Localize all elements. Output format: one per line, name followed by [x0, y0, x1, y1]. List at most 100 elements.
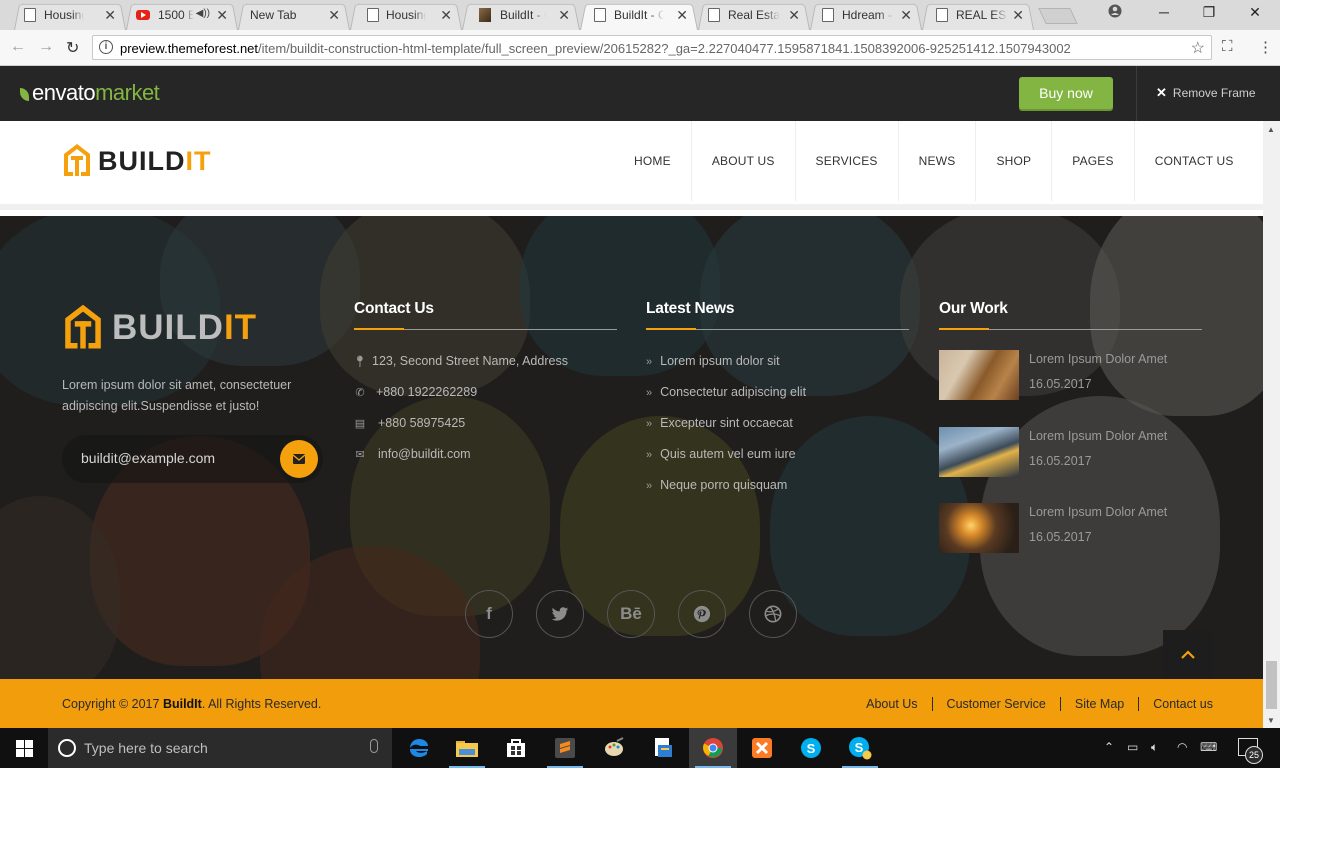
construction-site-photo[interactable]	[939, 427, 1019, 477]
taskbar-search[interactable]: Type here to search	[48, 728, 392, 768]
close-icon[interactable]: ✕	[788, 7, 800, 24]
close-icon[interactable]: ✕	[216, 7, 228, 24]
profile-icon[interactable]	[1105, 4, 1125, 21]
xampp-icon[interactable]	[738, 728, 786, 768]
work-item[interactable]: Lorem Ipsum Dolor Amet 16.05.2017	[939, 427, 1209, 479]
buy-now-button[interactable]: Buy now	[1019, 77, 1113, 109]
page-icon	[936, 8, 948, 22]
nav-home[interactable]: HOME	[614, 121, 691, 201]
phone-icon: ✆	[355, 386, 365, 399]
pinterest-icon[interactable]	[678, 590, 726, 638]
scroll-down-arrow-icon[interactable]: ▼	[1267, 716, 1275, 725]
tab-housing-2[interactable]: Housing p ✕	[350, 0, 462, 30]
tab-new-tab[interactable]: New Tab ✕	[238, 0, 350, 30]
dribbble-icon[interactable]	[749, 590, 797, 638]
grinding-sparks-photo[interactable]	[939, 503, 1019, 553]
close-icon[interactable]: ✕	[676, 7, 688, 24]
subscribe-button[interactable]	[280, 440, 318, 478]
chevron-up-icon[interactable]: ⌃	[1104, 740, 1114, 754]
footer-link-contact[interactable]: Contact us	[1138, 697, 1213, 711]
scrollbar-thumb[interactable]	[1266, 661, 1277, 709]
tab-buildit-active[interactable]: BuildIt - C ✕	[580, 0, 698, 30]
footer-link-about[interactable]: About Us	[852, 697, 931, 711]
work-item[interactable]: Lorem Ipsum Dolor Amet 16.05.2017	[939, 350, 1209, 402]
nav-services[interactable]: SERVICES	[794, 121, 898, 201]
nav-contact-us[interactable]: CONTACT US	[1133, 121, 1254, 201]
forward-icon[interactable]: →	[38, 38, 54, 56]
volume-icon[interactable]: 🔈︎	[1151, 740, 1158, 755]
close-icon[interactable]: ✕	[558, 7, 570, 24]
site-logo[interactable]: BUILDIT	[62, 142, 212, 180]
facebook-icon[interactable]: f	[465, 590, 513, 638]
house-logo-icon	[62, 302, 104, 354]
close-icon[interactable]: ✕	[104, 7, 116, 24]
tab-label: Hdream -	[842, 8, 893, 22]
close-icon[interactable]: ✕	[440, 7, 452, 24]
twitter-icon[interactable]	[536, 590, 584, 638]
scroll-to-top-button[interactable]	[1163, 630, 1213, 679]
file-manager-icon[interactable]	[639, 728, 687, 768]
skype-notification-icon[interactable]: S	[836, 728, 884, 768]
back-icon[interactable]: ←	[10, 38, 26, 56]
envato-market-logo[interactable]: envatomarket	[20, 80, 160, 106]
paint-icon[interactable]	[590, 728, 638, 768]
microphone-icon[interactable]	[370, 739, 378, 753]
remove-frame-button[interactable]: ✕ Remove Frame	[1156, 85, 1256, 101]
edge-icon[interactable]	[395, 728, 443, 768]
tab-real-estate-2[interactable]: REAL ESTA ✕	[922, 0, 1034, 30]
address-bar[interactable]: i preview.themeforest.net/item/buildit-c…	[92, 35, 1212, 60]
contact-phone[interactable]: ✆ +880 1922262289	[352, 385, 477, 399]
chevron-right-icon: »	[646, 449, 653, 461]
bookmark-star-icon[interactable]: ☆	[1191, 38, 1205, 58]
contact-heading: Contact Us	[354, 300, 434, 317]
news-link[interactable]: » Consectetur adipiscing elit	[646, 385, 806, 399]
close-icon[interactable]: ✕	[900, 7, 912, 24]
url-text[interactable]: preview.themeforest.net/item/buildit-con…	[120, 41, 1071, 56]
reload-icon[interactable]: ↻	[66, 38, 79, 58]
tab-youtube[interactable]: 1500 E ◀)) ✕	[126, 0, 238, 30]
keyboard-icon[interactable]: ⌨	[1200, 740, 1217, 754]
cast-icon[interactable]: ⛶	[1222, 38, 1233, 55]
new-tab-button[interactable]	[1038, 8, 1078, 24]
news-link[interactable]: » Neque porro quisquam	[646, 478, 787, 492]
tab-hdream[interactable]: Hdream - ✕	[810, 0, 922, 30]
scroll-up-arrow-icon[interactable]: ▲	[1267, 125, 1275, 134]
carpentry-photo[interactable]	[939, 350, 1019, 400]
battery-icon[interactable]: ▭	[1127, 740, 1138, 754]
nav-pages[interactable]: PAGES	[1051, 121, 1133, 201]
menu-dots-icon[interactable]: ⋮	[1258, 38, 1273, 56]
restore-button[interactable]: ❐	[1199, 4, 1219, 21]
speaker-mute-icon[interactable]: ◀))	[196, 8, 210, 19]
file-explorer-icon[interactable]	[443, 728, 491, 768]
footer-link-customer-service[interactable]: Customer Service	[931, 697, 1060, 711]
sublime-text-icon[interactable]	[541, 728, 589, 768]
nav-about-us[interactable]: ABOUT US	[690, 121, 795, 201]
nav-news[interactable]: NEWS	[897, 121, 976, 201]
close-icon[interactable]: ✕	[328, 7, 340, 24]
start-button[interactable]	[0, 728, 48, 768]
behance-icon[interactable]: Bē	[607, 590, 655, 638]
site-viewport: BUILDIT HOME ABOUT US SERVICES NEWS SHOP…	[0, 121, 1263, 728]
footer-link-site-map[interactable]: Site Map	[1059, 697, 1138, 711]
work-item[interactable]: Lorem Ipsum Dolor Amet 16.05.2017	[939, 503, 1209, 555]
nav-shop[interactable]: SHOP	[975, 121, 1051, 201]
news-link[interactable]: » Excepteur sint occaecat	[646, 416, 793, 430]
newsletter-email-input[interactable]: buildit@example.com	[81, 450, 215, 466]
minimize-button[interactable]: ─	[1154, 4, 1174, 20]
contact-email[interactable]: ✉ info@buildit.com	[352, 447, 470, 461]
info-icon[interactable]: i	[99, 40, 113, 54]
tab-buildit-1[interactable]: BuildIt - C ✕	[462, 0, 580, 30]
close-window-button[interactable]: ✕	[1245, 4, 1265, 21]
wifi-icon[interactable]: ◠	[1177, 740, 1187, 754]
screen: Housing p ✕ 1500 E ◀)) ✕ New Tab ✕ Housi…	[0, 0, 1338, 854]
store-icon[interactable]	[492, 728, 540, 768]
footer-logo[interactable]: BUILDIT	[62, 302, 257, 354]
skype-icon[interactable]: S	[787, 728, 835, 768]
chrome-icon[interactable]	[689, 728, 737, 768]
news-link[interactable]: » Quis autem vel eum iure	[646, 447, 796, 461]
tab-real-estate[interactable]: Real Estat ✕	[698, 0, 810, 30]
news-link[interactable]: » Lorem ipsum dolor sit	[646, 354, 780, 368]
tab-housing-1[interactable]: Housing p ✕	[14, 0, 126, 30]
close-icon[interactable]: ✕	[1012, 7, 1024, 24]
page-scrollbar[interactable]: ▲ ▼	[1263, 121, 1280, 728]
